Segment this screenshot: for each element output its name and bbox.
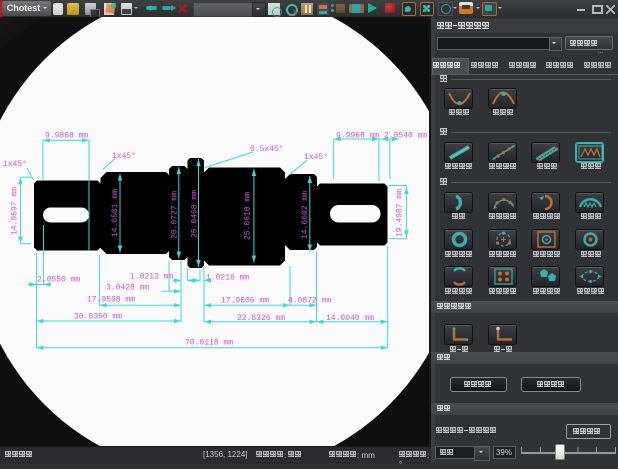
svg-text:3.0428 mm: 3.0428 mm xyxy=(106,284,149,293)
svg-text:17.9598 mm: 17.9598 mm xyxy=(87,296,135,305)
svg-text:14.0040 mm: 14.0040 mm xyxy=(326,314,374,323)
svg-text:20.0727 mm: 20.0727 mm xyxy=(171,191,180,239)
svg-text:25.0468 mm: 25.0468 mm xyxy=(191,190,200,238)
svg-text:25.0610 mm: 25.0610 mm xyxy=(244,192,253,240)
svg-text:19.4987 mm: 19.4987 mm xyxy=(396,189,405,237)
svg-text:0.5x45°: 0.5x45° xyxy=(250,145,284,154)
svg-text:14.6602 mm: 14.6602 mm xyxy=(301,191,310,239)
svg-text:14.9597 mm: 14.9597 mm xyxy=(11,187,20,235)
svg-text:30.0350 mm: 30.0350 mm xyxy=(74,313,122,322)
svg-text:22.8326 mm: 22.8326 mm xyxy=(237,314,285,323)
svg-text:17.9606 mm: 17.9606 mm xyxy=(221,297,269,306)
svg-text:1x45°: 1x45° xyxy=(112,152,136,161)
svg-text:70.0118 mm: 70.0118 mm xyxy=(185,339,233,348)
svg-text:1.0216 mm: 1.0216 mm xyxy=(206,274,249,283)
svg-text:2.0550 mm: 2.0550 mm xyxy=(37,276,80,285)
svg-text:1.0213 mm: 1.0213 mm xyxy=(130,273,173,282)
svg-text:14.6501 mm: 14.6501 mm xyxy=(111,189,120,237)
svg-text:1x45°: 1x45° xyxy=(3,160,27,169)
svg-text:9.9868 mm: 9.9868 mm xyxy=(45,132,88,141)
svg-text:1x45°: 1x45° xyxy=(304,153,328,162)
svg-text:9.9968 mm 2.0540 mm: 9.9968 mm 2.0540 mm xyxy=(336,132,427,141)
svg-text:4.0872 mm: 4.0872 mm xyxy=(288,297,331,306)
